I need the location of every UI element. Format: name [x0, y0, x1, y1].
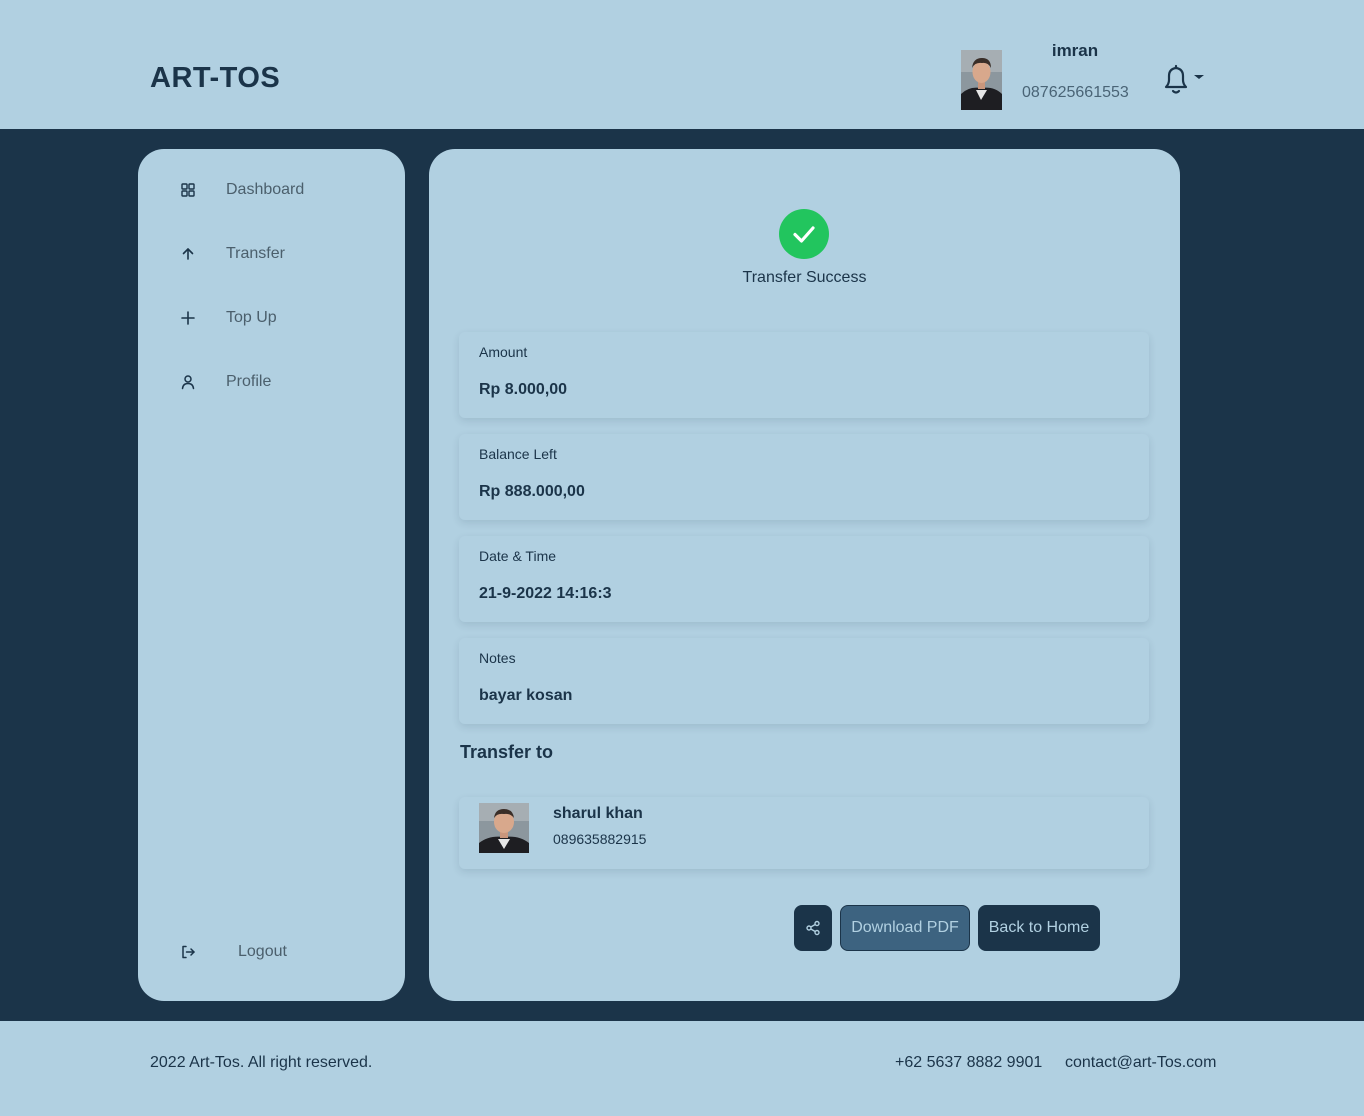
- back-to-home-button[interactable]: Back to Home: [978, 905, 1100, 951]
- logout-icon: [176, 940, 200, 964]
- sidebar-item-label: Dashboard: [226, 181, 305, 198]
- notes-card: Notes bayar kosan: [459, 638, 1149, 724]
- balance-left-label: Balance Left: [479, 446, 557, 462]
- recipient-phone: 089635882915: [553, 831, 647, 847]
- sidebar-item-label: Transfer: [226, 245, 285, 262]
- user-name: imran: [1051, 41, 1099, 60]
- copyright-text: 2022 Art-Tos. All right reserved.: [150, 1054, 373, 1071]
- share-button[interactable]: [794, 905, 832, 951]
- sidebar: Dashboard Transfer Top Up Profile Logout: [138, 149, 405, 1001]
- sidebar-item-profile[interactable]: Profile: [176, 368, 376, 396]
- check-circle-icon: [779, 209, 829, 259]
- sidebar-item-transfer[interactable]: Transfer: [176, 240, 376, 268]
- sidebar-item-label: Profile: [226, 373, 272, 390]
- balance-left-value: Rp 888.000,00: [479, 483, 585, 500]
- date-time-value: 21-9-2022 14:16:3: [479, 585, 612, 602]
- sidebar-item-top-up[interactable]: Top Up: [176, 304, 376, 332]
- share-icon: [806, 920, 820, 936]
- recipient-name: sharul khan: [553, 805, 643, 822]
- status-text: Transfer Success: [742, 269, 867, 286]
- notifications-button[interactable]: [1160, 64, 1206, 96]
- logout-button[interactable]: Logout: [176, 938, 376, 966]
- user-phone: 087625661553: [1022, 84, 1129, 101]
- date-time-card: Date & Time 21-9-2022 14:16:3: [459, 536, 1149, 622]
- user-icon: [176, 370, 200, 394]
- top-header: ART-TOS imran 087625661553: [0, 0, 1364, 129]
- arrow-up-icon: [176, 242, 200, 266]
- caret-down-icon: [1194, 75, 1204, 79]
- balance-left-card: Balance Left Rp 888.000,00: [459, 434, 1149, 520]
- recipient-card: sharul khan 089635882915: [459, 797, 1149, 869]
- footer: 2022 Art-Tos. All right reserved. +62 56…: [0, 1021, 1364, 1116]
- amount-card: Amount Rp 8.000,00: [459, 332, 1149, 418]
- footer-email[interactable]: contact@art-Tos.com: [1065, 1054, 1216, 1072]
- footer-phone[interactable]: +62 5637 8882 9901: [895, 1054, 1042, 1072]
- amount-label: Amount: [479, 344, 528, 360]
- sidebar-item-dashboard[interactable]: Dashboard: [176, 176, 376, 204]
- download-pdf-button[interactable]: Download PDF: [840, 905, 970, 951]
- notes-value: bayar kosan: [479, 687, 573, 704]
- bell-icon: [1164, 64, 1188, 94]
- logout-label: Logout: [238, 943, 287, 960]
- brand-logo[interactable]: ART-TOS: [150, 62, 280, 95]
- plus-icon: [176, 306, 200, 330]
- notes-label: Notes: [479, 650, 516, 666]
- grid-icon: [176, 178, 200, 202]
- recipient-avatar: [479, 803, 529, 853]
- amount-value: Rp 8.000,00: [479, 381, 568, 398]
- transfer-to-heading: Transfer to: [460, 742, 554, 762]
- user-avatar[interactable]: [961, 50, 1002, 110]
- transfer-result-panel: Transfer Success Amount Rp 8.000,00 Bala…: [429, 149, 1180, 1001]
- date-time-label: Date & Time: [479, 548, 557, 564]
- sidebar-item-label: Top Up: [226, 309, 277, 326]
